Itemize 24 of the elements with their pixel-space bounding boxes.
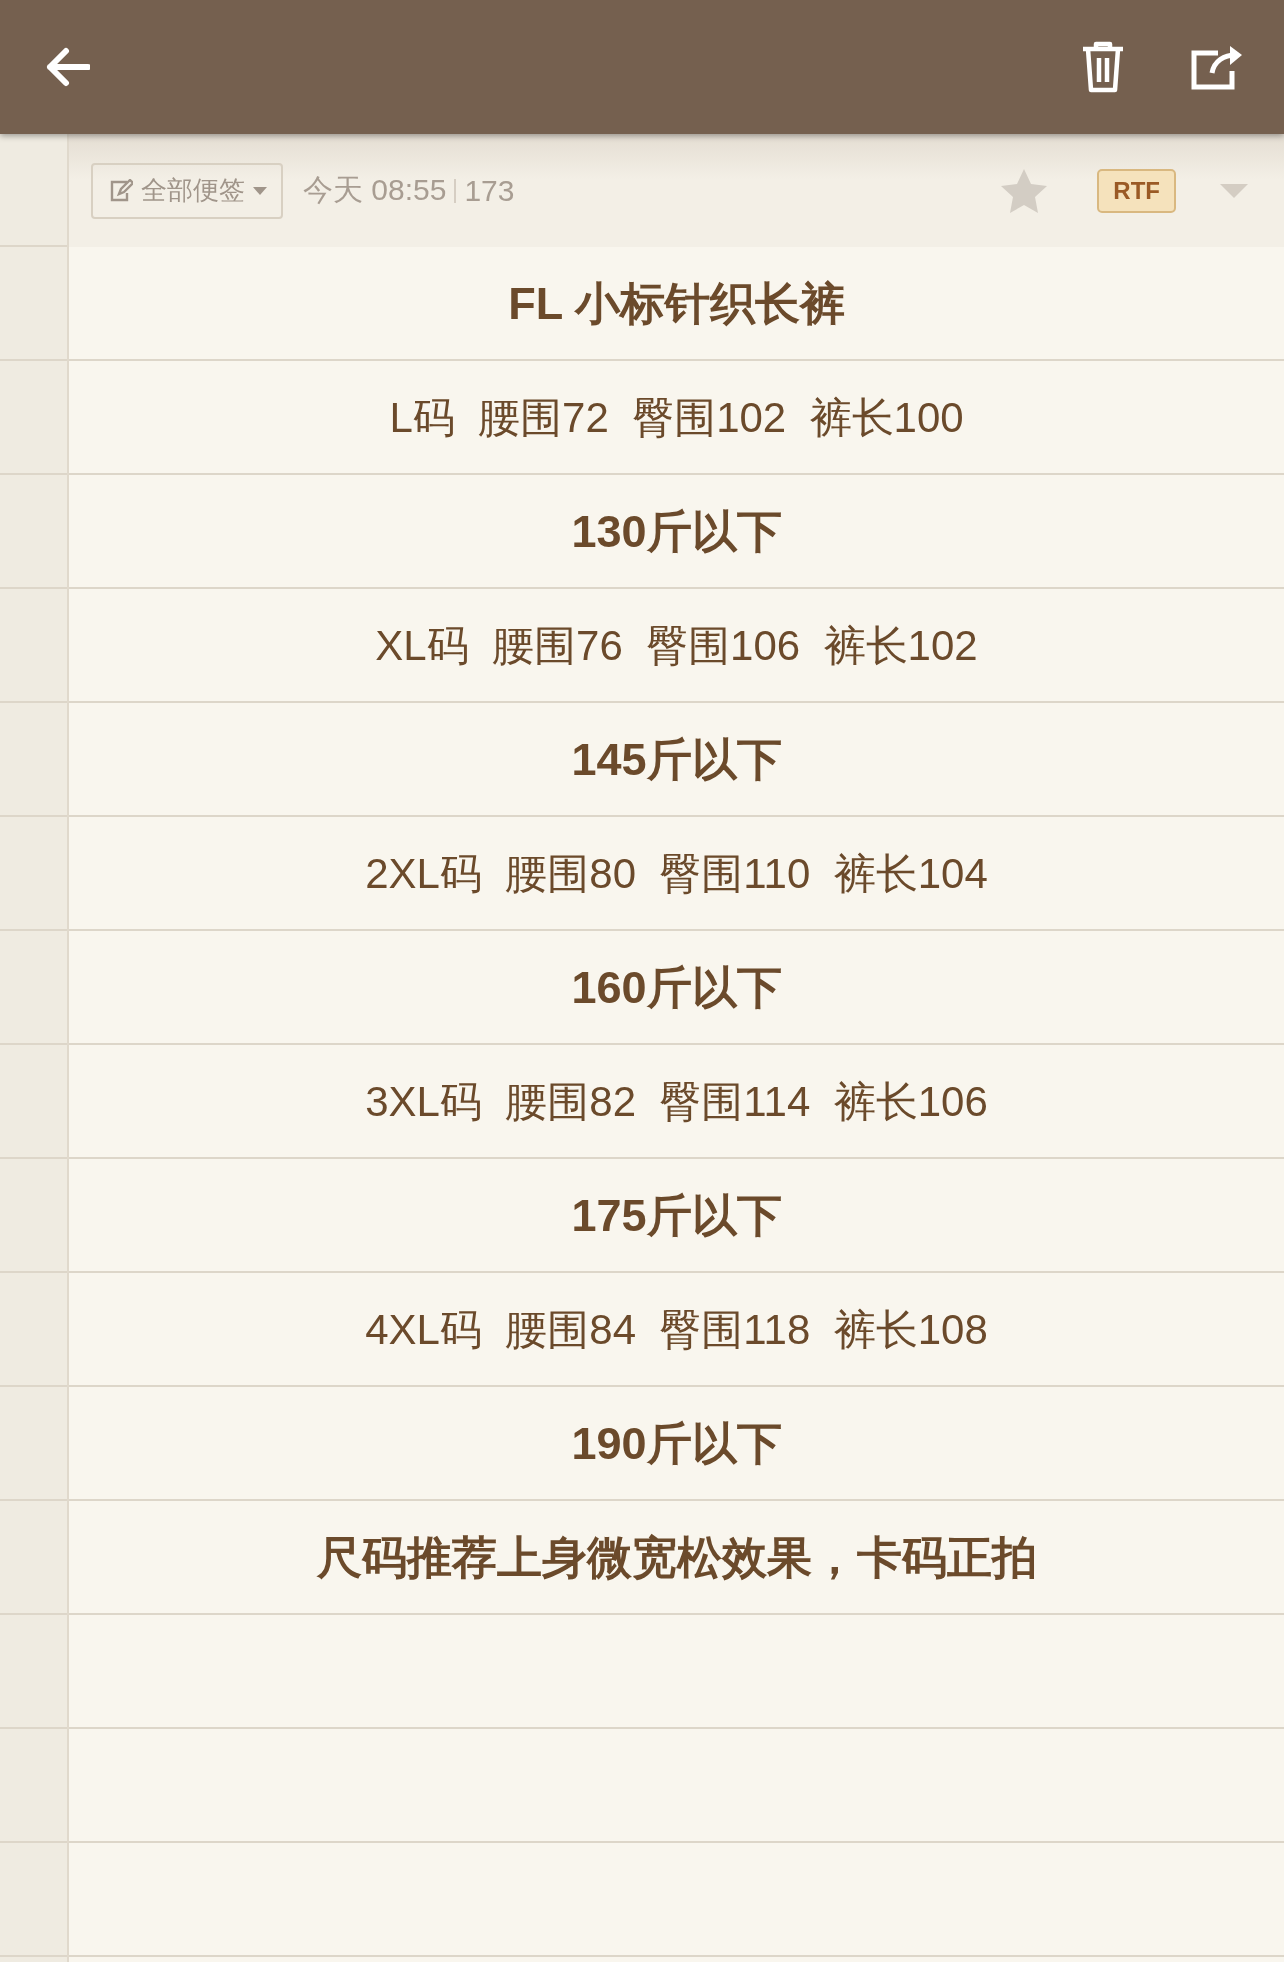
size-text: XL码 腰围76 臀围106 裤长102 <box>375 621 978 671</box>
size-text: 2XL码 腰围80 臀围110 裤长104 <box>365 849 988 899</box>
trash-icon <box>1080 40 1126 94</box>
share-button[interactable] <box>1190 43 1244 91</box>
caret-icon <box>253 186 267 195</box>
folder-dropdown[interactable]: 全部便签 <box>91 162 283 219</box>
heading-text: 190斤以下 <box>571 1417 782 1471</box>
share-icon <box>1190 43 1244 91</box>
note-date: 今天 08:55 <box>303 172 447 208</box>
format-badge: RTF <box>1097 168 1176 213</box>
size-text: L码 腰围72 臀围102 裤长100 <box>389 393 964 443</box>
heading-text: FL 小标针织长裤 <box>508 277 845 331</box>
heading-text: 175斤以下 <box>571 1189 782 1243</box>
character-count: 173 <box>464 173 515 208</box>
edit-icon <box>109 178 133 203</box>
heading-text: 160斤以下 <box>571 961 782 1015</box>
heading-text: 130斤以下 <box>571 505 782 559</box>
delete-button[interactable] <box>1080 40 1126 94</box>
size-text: 4XL码 腰围84 臀围118 裤长108 <box>365 1305 988 1355</box>
heading-text: 尺码推荐上身微宽松效果，卡码正拍 <box>316 1531 1037 1585</box>
back-icon <box>44 47 90 87</box>
size-text: 3XL码 腰围82 臀围114 裤长106 <box>365 1077 988 1127</box>
back-button[interactable] <box>44 47 90 87</box>
heading-text: 145斤以下 <box>571 733 782 787</box>
